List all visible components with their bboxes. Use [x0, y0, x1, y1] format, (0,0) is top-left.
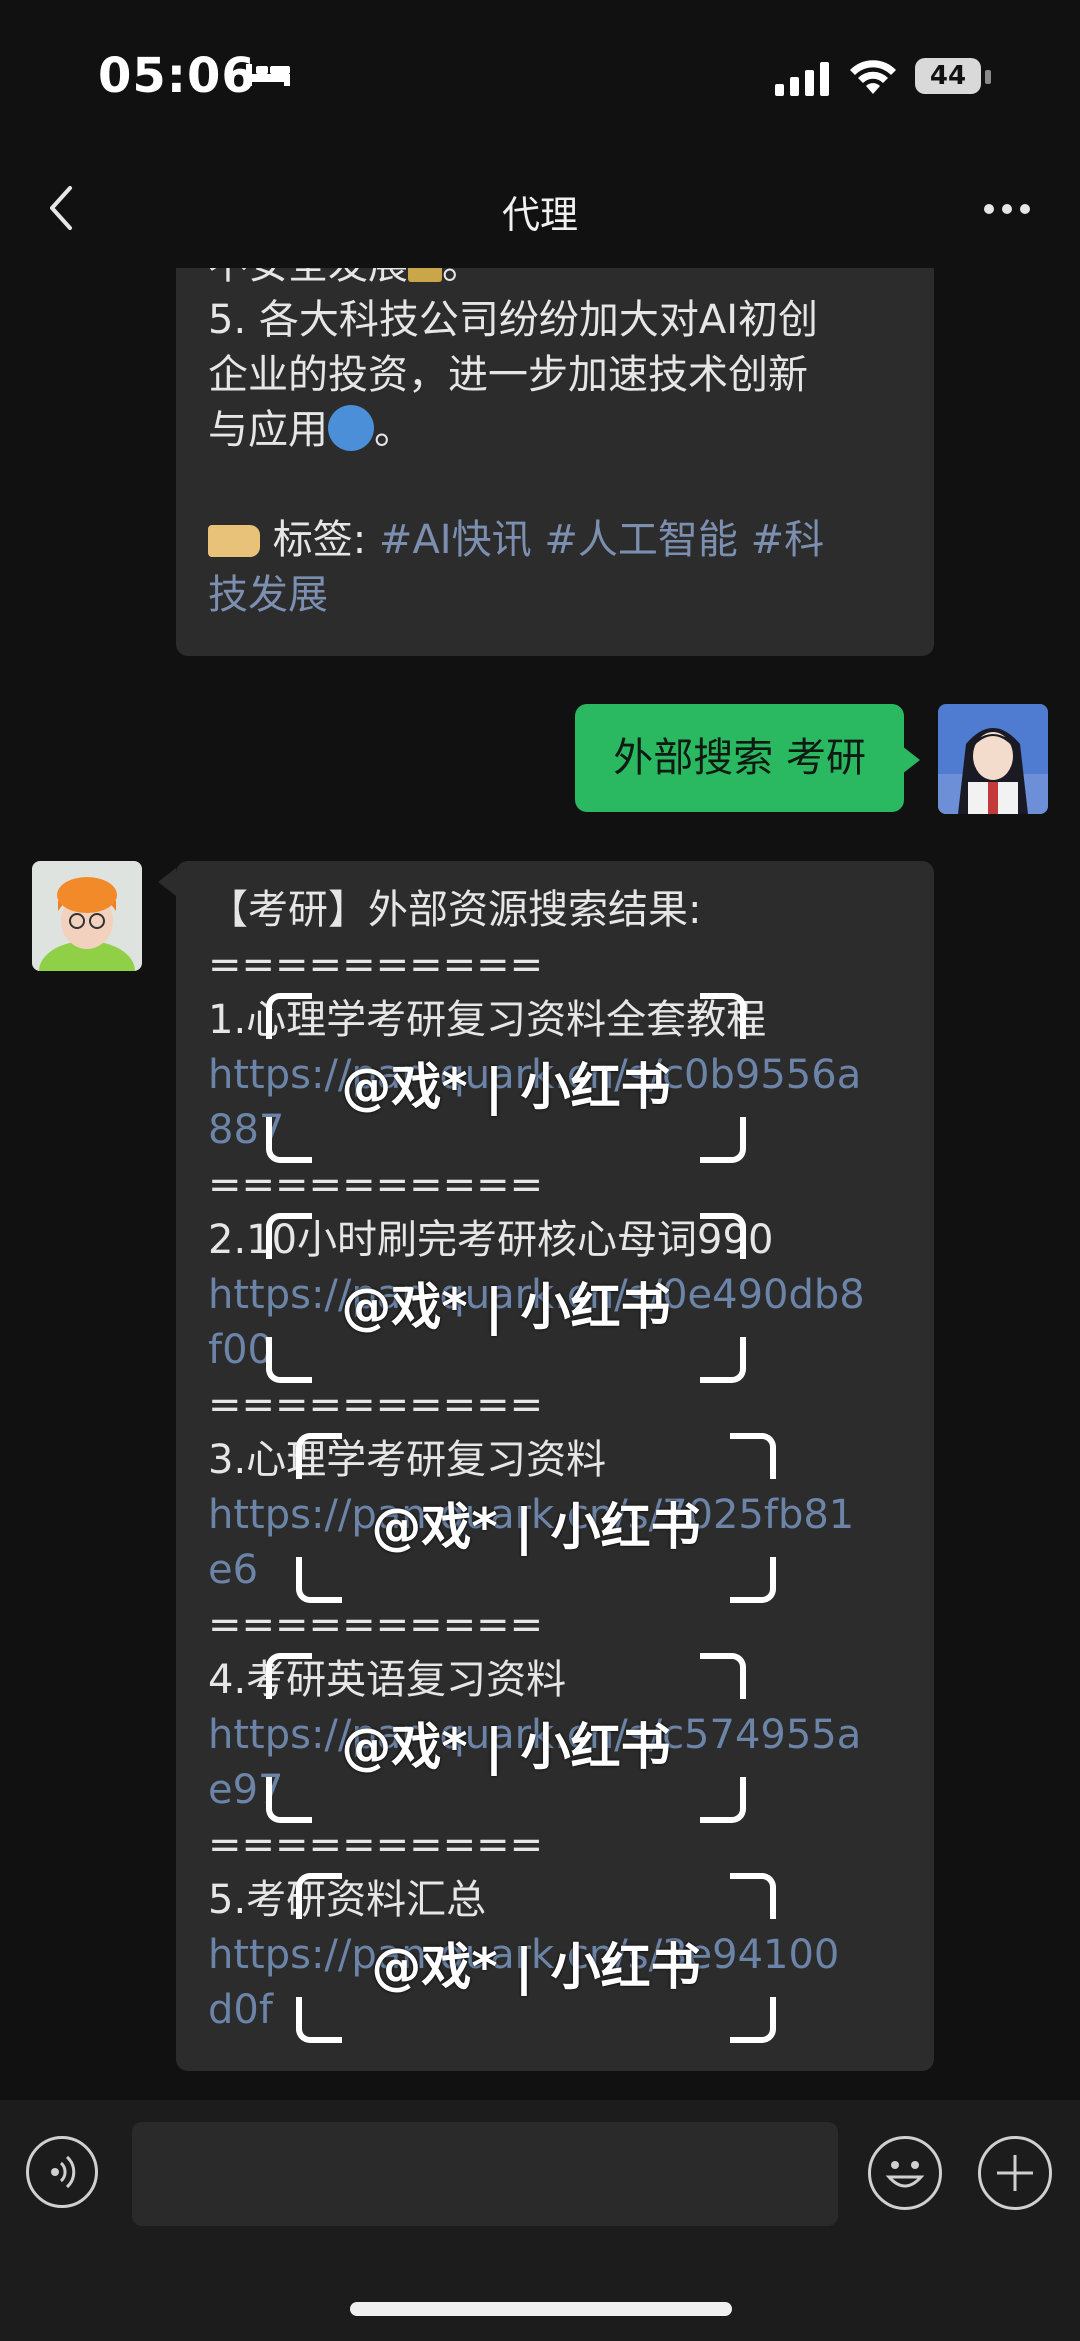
chat-area[interactable]: 不安全发展。 5. 各大科技公司纷纷加大对AI初创 企业的投资，进一步加速技术创… [0, 268, 1080, 2100]
result-header: 【考研】外部资源搜索结果: [208, 887, 702, 933]
separator: ========== [208, 1162, 544, 1208]
status-bar: 05:06 44 [0, 0, 1080, 150]
tag-line: 标签: #AI快讯 #人工智能 #科 [208, 513, 902, 568]
separator: ========== [208, 1822, 544, 1868]
watermark-text: @戏* | 小红书 [341, 1718, 671, 1776]
more-dots-icon[interactable] [982, 202, 1032, 216]
tag-link[interactable]: #科 [751, 517, 825, 563]
plus-icon[interactable] [978, 2136, 1052, 2210]
anime-avatar-icon [938, 704, 1048, 814]
tag-link[interactable]: #AI快讯 [379, 517, 532, 563]
watermark-text: @戏* | 小红书 [341, 1058, 671, 1116]
watermark: @戏* | 小红书 [266, 1653, 746, 1823]
nav-bar: 代理 [0, 150, 1080, 268]
separator: ========== [208, 1602, 544, 1648]
globe-emoji-icon [328, 405, 374, 451]
avatar-bot[interactable] [32, 861, 142, 971]
page-title: 代理 [501, 193, 578, 237]
watermark-text: @戏* | 小红书 [371, 1938, 701, 1996]
watermark: @戏* | 小红书 [266, 1213, 746, 1383]
wifi-icon [850, 60, 896, 94]
tag-link[interactable]: 技发展 [208, 568, 902, 623]
battery-level: 44 [915, 58, 981, 94]
status-time: 05:06 [98, 48, 256, 104]
watermark-text: @戏* | 小红书 [341, 1278, 671, 1336]
message-line: 5. 各大科技公司纷纷加大对AI初创 [208, 297, 819, 343]
watermark: @戏* | 小红书 [296, 1873, 776, 2043]
voice-icon[interactable] [26, 2136, 98, 2208]
separator: ========== [208, 942, 544, 988]
bubble-tail [902, 746, 920, 774]
tag-link[interactable]: #人工智能 [544, 517, 738, 563]
battery-icon [985, 70, 991, 84]
message-line: 不安全发展。 [208, 268, 902, 293]
watermark: @戏* | 小红书 [296, 1433, 776, 1603]
watermark: @戏* | 小红书 [266, 993, 746, 1163]
home-indicator[interactable] [350, 2302, 732, 2316]
emoji-icon[interactable] [868, 2136, 942, 2210]
watermark-text: @戏* | 小红书 [371, 1498, 701, 1556]
message-bubble-outgoing[interactable]: 外部搜索 考研 [575, 704, 904, 812]
sleep-mode-icon [246, 64, 290, 86]
label-tag-icon [208, 525, 260, 557]
avatar-self[interactable] [938, 704, 1048, 814]
child-avatar-icon [32, 861, 142, 971]
square-emoji-icon [408, 268, 442, 282]
signal-icon [775, 62, 829, 96]
message-line: 企业的投资，进一步加速技术创新 [208, 352, 808, 398]
bubble-tail [158, 868, 176, 896]
message-bubble-news[interactable]: 不安全发展。 5. 各大科技公司纷纷加大对AI初创 企业的投资，进一步加速技术创… [176, 268, 934, 656]
message-line: 与应用。 [208, 405, 414, 453]
message-input[interactable] [132, 2122, 838, 2226]
separator: ========== [208, 1382, 544, 1428]
